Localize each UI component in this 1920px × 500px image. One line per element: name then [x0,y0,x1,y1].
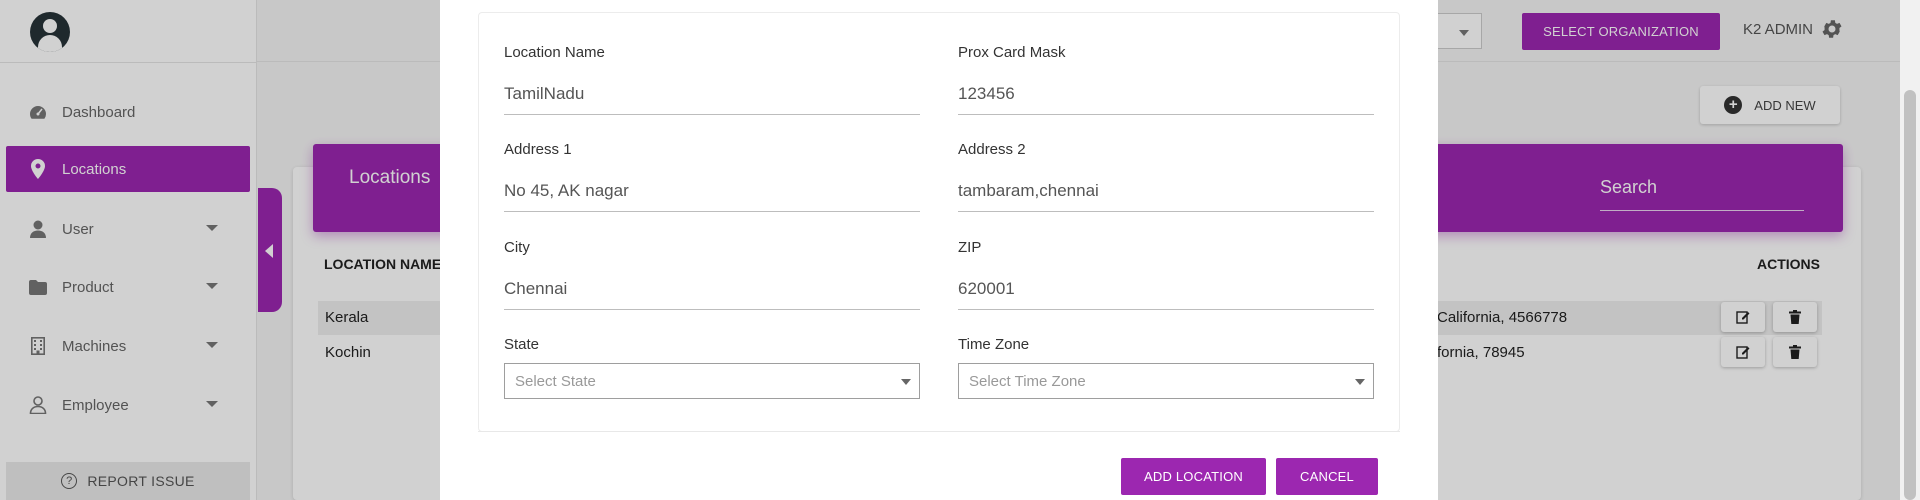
zip-underline [958,309,1374,310]
location-name-label: Location Name [504,44,605,61]
time-zone-placeholder: Select Time Zone [969,372,1086,390]
city-underline [504,309,920,310]
dropdown-arrow-icon [1355,379,1365,385]
time-zone-select[interactable]: Select Time Zone [958,363,1374,399]
state-select[interactable]: Select State [504,363,920,399]
zip-input[interactable]: 620001 [958,279,1015,299]
time-zone-label: Time Zone [958,336,1030,353]
address2-label: Address 2 [958,141,1026,158]
address1-underline [504,211,920,212]
address1-label: Address 1 [504,141,572,158]
prox-card-mask-underline [958,114,1374,115]
modal-footer-divider [478,431,1400,432]
location-name-input[interactable]: TamilNadu [504,84,584,104]
scrollbar-thumb[interactable] [1904,90,1916,500]
location-name-underline [504,114,920,115]
cancel-button[interactable]: CANCEL [1276,458,1378,495]
add-location-button[interactable]: ADD LOCATION [1121,458,1266,495]
prox-card-mask-input[interactable]: 123456 [958,84,1015,104]
address2-underline [958,211,1374,212]
zip-label: ZIP [958,239,982,256]
state-placeholder: Select State [515,372,596,390]
address2-input[interactable]: tambaram,chennai [958,181,1099,201]
state-label: State [504,336,540,353]
dropdown-arrow-icon [901,379,911,385]
prox-card-mask-label: Prox Card Mask [958,44,1066,61]
city-label: City [504,239,530,256]
city-input[interactable]: Chennai [504,279,567,299]
address1-input[interactable]: No 45, AK nagar [504,181,629,201]
